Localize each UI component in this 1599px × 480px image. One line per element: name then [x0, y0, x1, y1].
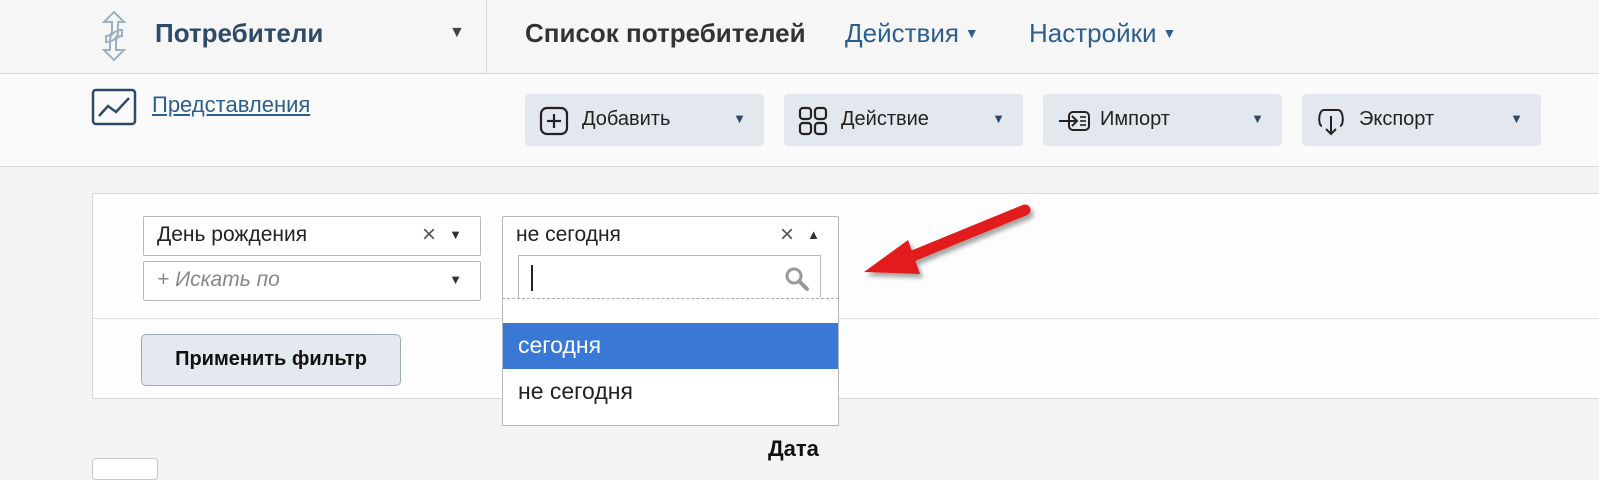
- red-arrow-annotation: [864, 204, 1031, 274]
- menu-settings[interactable]: Настройки ▼: [1029, 18, 1176, 49]
- views-link[interactable]: Представления: [152, 92, 310, 118]
- top-bar: Потребители ▼ Список потребителей Действ…: [0, 0, 1599, 74]
- search-by-select[interactable]: + Искать по ▼: [143, 261, 481, 301]
- select-all-checkbox[interactable]: [92, 458, 158, 480]
- import-button[interactable]: Импорт ▼: [1043, 94, 1282, 146]
- filter-value-dropdown: сегодня не сегодня: [502, 298, 839, 426]
- text-cursor: [531, 265, 533, 291]
- apply-filter-button[interactable]: Применить фильтр: [141, 334, 401, 386]
- add-button-label: Добавить: [582, 108, 671, 130]
- chevron-up-icon[interactable]: ▲: [807, 227, 820, 242]
- search-icon: [785, 267, 809, 291]
- chevron-down-icon: ▼: [992, 111, 1005, 126]
- filter-value-current: не сегодня: [516, 223, 621, 246]
- section-title[interactable]: Потребители: [155, 18, 323, 49]
- page-title: Список потребителей: [525, 18, 806, 48]
- add-button[interactable]: Добавить ▼: [525, 94, 764, 146]
- export-button-label: Экспорт: [1359, 108, 1435, 130]
- filter-panel-divider: [92, 318, 1599, 319]
- filter-field-value: День рождения: [157, 223, 308, 246]
- chevron-down-icon: ▼: [964, 25, 979, 41]
- chevron-down-icon[interactable]: ▼: [449, 227, 462, 242]
- grid-icon: [798, 106, 828, 136]
- toolbar: Представления Добавить ▼ Действие ▼ Импо…: [0, 74, 1599, 167]
- header-divider: [486, 0, 487, 73]
- chevron-down-icon: ▼: [1251, 111, 1264, 126]
- import-icon: [1059, 111, 1090, 131]
- dropdown-option-label: сегодня: [518, 332, 602, 358]
- dropdown-option-label: не сегодня: [518, 378, 633, 404]
- date-column-header[interactable]: Дата: [768, 436, 819, 462]
- dropdown-option-not-today[interactable]: не сегодня: [503, 369, 838, 415]
- menu-settings-label: Настройки: [1029, 18, 1157, 48]
- section-dropdown-caret[interactable]: ▼: [449, 24, 465, 42]
- dropdown-search-input[interactable]: [518, 255, 821, 301]
- menu-actions-label: Действия: [845, 18, 959, 48]
- chevron-down-icon[interactable]: ▼: [449, 272, 462, 287]
- dropdown-option-today[interactable]: сегодня: [503, 323, 838, 369]
- clear-icon[interactable]: ×: [422, 221, 436, 249]
- chevron-down-icon: ▼: [1162, 25, 1177, 41]
- plus-square-icon: [539, 106, 569, 136]
- search-by-placeholder: + Искать по: [157, 268, 280, 291]
- chevron-down-icon: ▼: [1510, 111, 1523, 126]
- import-button-label: Импорт: [1100, 108, 1170, 130]
- export-icon: [1318, 109, 1344, 136]
- chevron-down-icon: ▼: [733, 111, 746, 126]
- apply-filter-label: Применить фильтр: [175, 348, 367, 370]
- logo-icon: [101, 10, 127, 62]
- menu-actions[interactable]: Действия ▼: [845, 18, 979, 49]
- action-button[interactable]: Действие ▼: [784, 94, 1023, 146]
- filter-field-select[interactable]: День рождения × ▼: [143, 216, 481, 256]
- chart-window-icon: [91, 88, 137, 126]
- clear-icon[interactable]: ×: [780, 221, 794, 249]
- action-button-label: Действие: [841, 108, 929, 130]
- export-button[interactable]: Экспорт ▼: [1302, 94, 1541, 146]
